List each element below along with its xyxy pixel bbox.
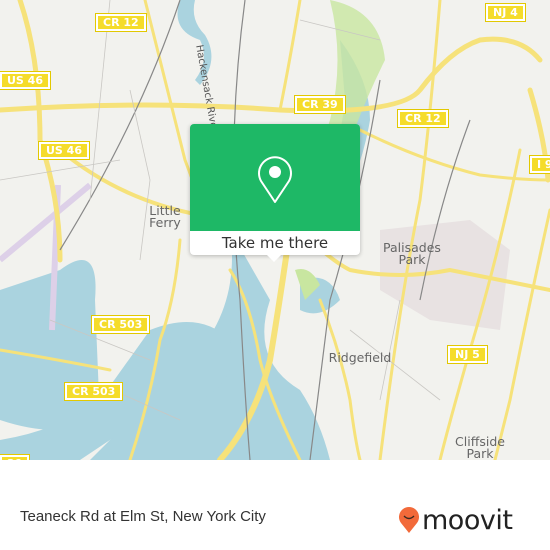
location-pin-icon [258,156,292,203]
water-body [0,260,100,430]
route-shield: US 46 [0,71,51,90]
popup-pointer [266,254,282,262]
destination-popup[interactable]: Take me there [190,124,360,262]
moovit-wordmark: moovit [422,504,513,536]
place-label-little-ferry: Little Ferry [149,203,181,230]
place-label-cliffside-park: Cliffside Park [455,434,505,460]
moovit-logo[interactable]: moovit [398,500,513,540]
route-shield: NJ 5 [447,345,488,364]
route-shield: CR 12 [95,13,147,32]
popup-header[interactable] [190,124,360,231]
route-shield: NJ 4 [485,3,526,22]
route-shield: CR 503 [90,315,151,334]
route-shield: 20 [0,454,31,460]
route-shield: US 46 [38,141,90,160]
stop-title: Teaneck Rd at Elm St, New York City [20,508,266,525]
route-shield: I 95 [528,155,550,174]
map[interactable]: CR 12 US 46 US 46 CR 39 CR 12 NJ 4 I 95 … [0,0,550,460]
route-shield: CR 12 [397,109,449,128]
route-shield: CR 503 [63,382,124,401]
place-label-ridgefield: Ridgefield [328,350,392,365]
moovit-pin-smile-icon [399,507,419,533]
place-label-palisades-park: Palisades Park [383,240,441,267]
take-me-there-button[interactable]: Take me there [190,231,360,255]
footer: Teaneck Rd at Elm St, New York City moov… [0,490,550,550]
route-shield: CR 39 [294,95,346,114]
